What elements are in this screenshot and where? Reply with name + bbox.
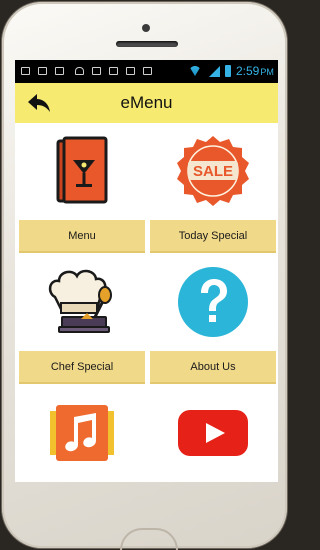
tile-today-special-icon-wrap: SALE	[150, 123, 276, 219]
tile-chef-special-label: Chef Special	[19, 351, 145, 384]
usb-icon	[75, 67, 84, 75]
check-icon	[92, 67, 101, 75]
home-button	[120, 528, 178, 550]
status-bar: 2:59PM	[15, 60, 278, 83]
youtube-play-icon	[178, 410, 248, 456]
back-arrow-icon	[28, 94, 50, 112]
grid-icon	[143, 67, 152, 75]
tile-today-special-label: Today Special	[150, 220, 276, 253]
tile-youtube-icon-wrap	[150, 385, 276, 481]
bag-icon	[126, 67, 135, 75]
tile-chef-special-icon-wrap	[19, 254, 145, 350]
message-icon	[38, 67, 47, 75]
earpiece-speaker	[116, 41, 178, 47]
tile-menu-label: Menu	[19, 220, 145, 253]
music-icon	[50, 405, 114, 461]
image-icon	[21, 67, 30, 75]
menu-book-icon	[56, 136, 108, 204]
svg-text:SALE: SALE	[193, 163, 233, 180]
chef-hat-icon	[48, 269, 112, 333]
battery-icon	[225, 65, 231, 77]
back-button[interactable]	[25, 89, 53, 117]
tile-about-us-label: About Us	[150, 351, 276, 384]
signal-icon	[209, 66, 220, 77]
front-camera	[142, 24, 150, 32]
status-time: 2:59PM	[236, 64, 274, 79]
tile-music-icon-wrap	[19, 385, 145, 481]
mail-icon	[55, 67, 64, 75]
app-screen: 2:59PM eMenu Menu SALE Today Special Che…	[15, 60, 278, 482]
menu-grid: Menu SALE Today Special Chef Special Abo…	[15, 123, 278, 482]
app-bar: eMenu	[15, 83, 278, 123]
question-icon	[178, 267, 248, 337]
status-time-value: 2:59	[236, 64, 260, 78]
camera-icon	[109, 67, 118, 75]
tile-about-us-icon-wrap	[150, 254, 276, 350]
tile-menu-icon-wrap	[19, 123, 145, 219]
phone-frame: 2:59PM eMenu Menu SALE Today Special Che…	[2, 2, 287, 550]
sale-badge-icon: SALE	[177, 136, 249, 206]
status-time-ampm: PM	[260, 67, 274, 77]
page-title: eMenu	[120, 93, 173, 112]
wifi-icon	[189, 66, 201, 76]
